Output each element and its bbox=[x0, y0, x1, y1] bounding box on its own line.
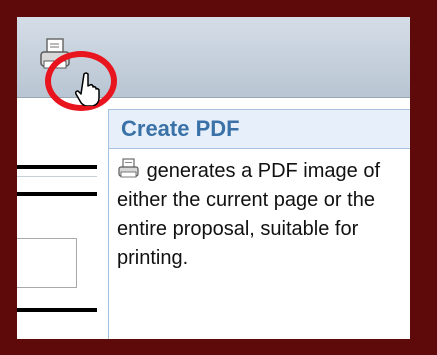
tooltip-description: generates a PDF image of either the curr… bbox=[117, 160, 381, 269]
create-pdf-tooltip: Create PDF generates a PDF image of eith… bbox=[108, 109, 410, 339]
tooltip-header: Create PDF bbox=[109, 110, 410, 149]
tooltip-body: generates a PDF image of either the curr… bbox=[109, 149, 410, 273]
printer-icon bbox=[118, 158, 139, 178]
screenshot-frame: Create PDF generates a PDF image of eith… bbox=[0, 0, 437, 355]
text-field[interactable] bbox=[17, 238, 77, 288]
divider bbox=[17, 176, 97, 177]
tooltip-title: Create PDF bbox=[121, 116, 240, 141]
rule-line bbox=[17, 192, 97, 196]
rule-line bbox=[17, 308, 97, 312]
rule-line bbox=[17, 165, 97, 169]
hand-pointer-icon bbox=[75, 72, 100, 106]
